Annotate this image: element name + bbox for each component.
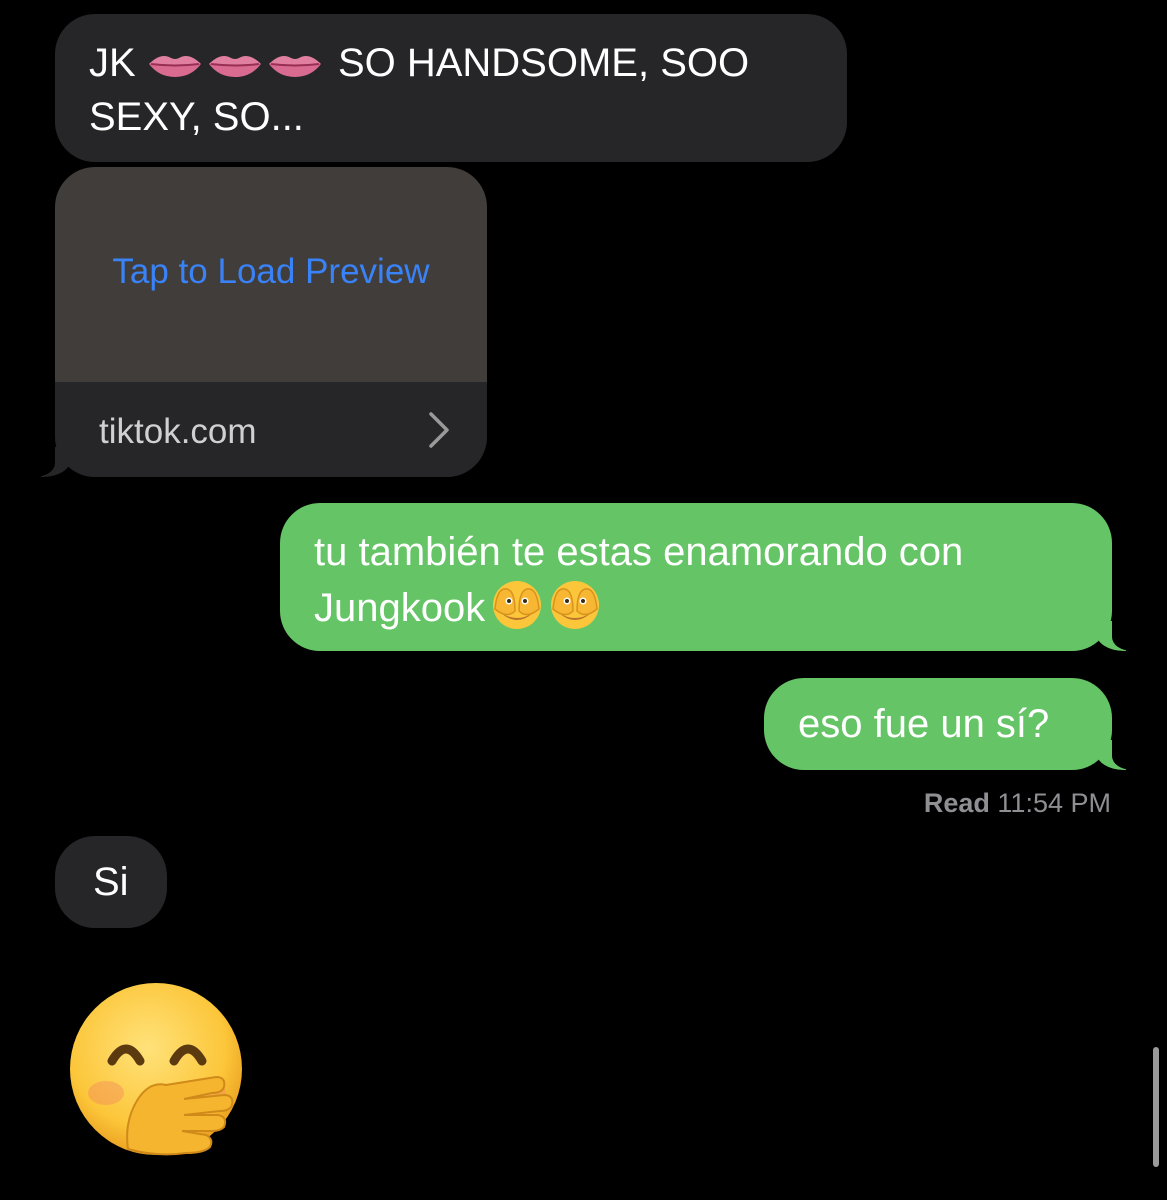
message-text-part: tu también te estas enamorando con: [314, 530, 964, 574]
link-footer[interactable]: tiktok.com: [27, 382, 487, 477]
message-text-part: SEXY, SO...: [89, 95, 304, 139]
message-text-part: JK: [89, 41, 136, 85]
face-with-hand-over-mouth-icon[interactable]: [66, 981, 248, 1163]
link-preview-card[interactable]: Tap to Load Preview tiktok.com: [27, 167, 487, 477]
message-text: JK SO HANDSOME, SOO SEXY, SO...: [89, 36, 817, 144]
read-receipt: Read 11:54 PM: [924, 786, 1111, 820]
read-label: Read: [923, 788, 990, 818]
scroll-indicator[interactable]: [1153, 1047, 1159, 1167]
outgoing-message-bubble[interactable]: eso fue un sí?: [764, 678, 1140, 770]
read-time: 11:54 PM: [997, 788, 1111, 818]
tap-to-load-preview-link[interactable]: Tap to Load Preview: [55, 250, 487, 294]
incoming-message-bubble[interactable]: JK SO HANDSOME, SOO SEXY, SO...: [55, 14, 847, 162]
incoming-message-bubble[interactable]: Si: [55, 836, 167, 928]
lips-icon: [148, 56, 201, 77]
message-text: Si: [93, 860, 129, 904]
see-no-evil-face-icon: [493, 581, 542, 629]
link-domain: tiktok.com: [99, 412, 257, 451]
conversation-view: JK SO HANDSOME, SOO SEXY, SO... Tap to L…: [0, 0, 1167, 1200]
message-text: tu también te estas enamorando con Jungk…: [314, 525, 1082, 635]
lips-icon: [268, 56, 321, 77]
message-text: eso fue un sí?: [798, 702, 1050, 746]
outgoing-message-bubble[interactable]: tu también te estas enamorando con Jungk…: [280, 503, 1140, 651]
link-preview-area[interactable]: Tap to Load Preview: [55, 167, 487, 382]
bubble-tail: [27, 447, 71, 477]
message-text-part: Jungkook: [314, 586, 486, 630]
lips-icon: [208, 56, 261, 77]
chevron-right-icon: [429, 412, 449, 448]
bubble-tail: [1096, 740, 1140, 770]
bubble-tail: [1096, 621, 1140, 651]
see-no-evil-face-icon: [551, 581, 600, 629]
message-text-part: SO HANDSOME, SOO: [337, 41, 750, 85]
